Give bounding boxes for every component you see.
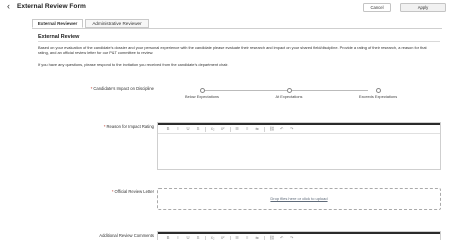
section-description: Based on your evaluation of the candidat… (38, 45, 427, 56)
page-title: External Review Form (17, 3, 86, 10)
link-icon[interactable]: ⛓ (267, 234, 277, 240)
toolbar-separator (229, 126, 231, 132)
section-divider (38, 41, 440, 42)
tab-administrative-reviewer[interactable]: Administrative Reviewer (85, 19, 149, 28)
back-arrow-icon[interactable]: ‹ (7, 1, 10, 12)
bold-icon[interactable]: B (163, 125, 173, 133)
radio-label-exceeds: Exceeds Expectations (358, 94, 398, 99)
comments-editor-toolbar: B I U S x₂ x² ☰ ≡ ⇆ ⛓ ↶ ↷ (158, 234, 440, 240)
strikethrough-icon[interactable]: S (193, 234, 203, 240)
tab-external-reviewer[interactable]: External Reviewer (32, 19, 83, 28)
align-icon[interactable]: ⇆ (252, 234, 262, 240)
required-marker: * (111, 189, 114, 194)
reason-field-label: *Reason for Impact Rating (64, 124, 154, 129)
apply-button[interactable]: Apply (400, 3, 446, 12)
radio-label-below: Below Expectations (185, 94, 219, 99)
radio-exceeds-expectations[interactable] (375, 87, 381, 93)
toolbar-separator (205, 126, 206, 132)
toolbar-separator (229, 235, 231, 240)
required-marker: * (103, 124, 106, 129)
bold-icon[interactable]: B (163, 234, 173, 240)
underline-icon[interactable]: U (183, 125, 193, 133)
drop-zone-link[interactable]: Drop files here or click to upload (158, 196, 440, 201)
letter-field-label: *Official Review Letter (64, 189, 154, 194)
subscript-icon[interactable]: x₂ (208, 125, 218, 133)
comments-editor: B I U S x₂ x² ☰ ≡ ⇆ ⛓ ↶ ↷ (157, 231, 441, 240)
radio-below-expectations[interactable] (199, 87, 205, 93)
italic-icon[interactable]: I (173, 234, 183, 240)
letter-label-text: Official Review Letter (114, 189, 155, 194)
form-header: ‹ External Review Form Cancel Apply (0, 0, 474, 15)
reason-text-area[interactable] (158, 134, 440, 170)
superscript-icon[interactable]: x² (218, 125, 228, 133)
strikethrough-icon[interactable]: S (193, 125, 203, 133)
reason-editor: B I U S x₂ x² ☰ ≡ ⇆ ⛓ ↶ ↷ (157, 122, 441, 170)
subscript-icon[interactable]: x₂ (208, 234, 218, 240)
impact-label-text: Candidate's Impact on Discipline (93, 86, 154, 91)
italic-icon[interactable]: I (173, 125, 183, 133)
radio-at-expectations[interactable] (286, 87, 292, 93)
link-icon[interactable]: ⛓ (267, 125, 277, 133)
tab-divider (32, 28, 442, 29)
cancel-button[interactable]: Cancel (363, 3, 391, 12)
rating-track (202, 90, 368, 91)
bullet-list-icon[interactable]: ☰ (232, 125, 242, 133)
radio-label-at: At Expectations (275, 94, 303, 99)
underline-icon[interactable]: U (183, 234, 193, 240)
comments-field-label: Additional Review Comments (99, 233, 154, 238)
numbered-list-icon[interactable]: ≡ (242, 234, 252, 240)
impact-field-label: *Candidate's Impact on Discipline (64, 86, 154, 91)
bullet-list-icon[interactable]: ☰ (232, 234, 242, 240)
toolbar-separator (264, 126, 265, 132)
toolbar-separator (205, 235, 206, 240)
redo-icon[interactable]: ↷ (287, 234, 297, 240)
superscript-icon[interactable]: x² (218, 234, 228, 240)
section-title: External Review (38, 34, 80, 40)
file-drop-zone[interactable]: Drop files here or click to upload (157, 188, 441, 210)
toolbar-separator (264, 235, 265, 240)
reason-editor-toolbar: B I U S x₂ x² ☰ ≡ ⇆ ⛓ ↶ ↷ (158, 125, 440, 134)
section-note: If you have any questions, please respon… (38, 62, 229, 67)
redo-icon[interactable]: ↷ (287, 125, 297, 133)
align-icon[interactable]: ⇆ (252, 125, 262, 133)
numbered-list-icon[interactable]: ≡ (242, 125, 252, 133)
undo-icon[interactable]: ↶ (277, 125, 287, 133)
reason-label-text: Reason for Impact Rating (106, 124, 154, 129)
undo-icon[interactable]: ↶ (277, 234, 287, 240)
